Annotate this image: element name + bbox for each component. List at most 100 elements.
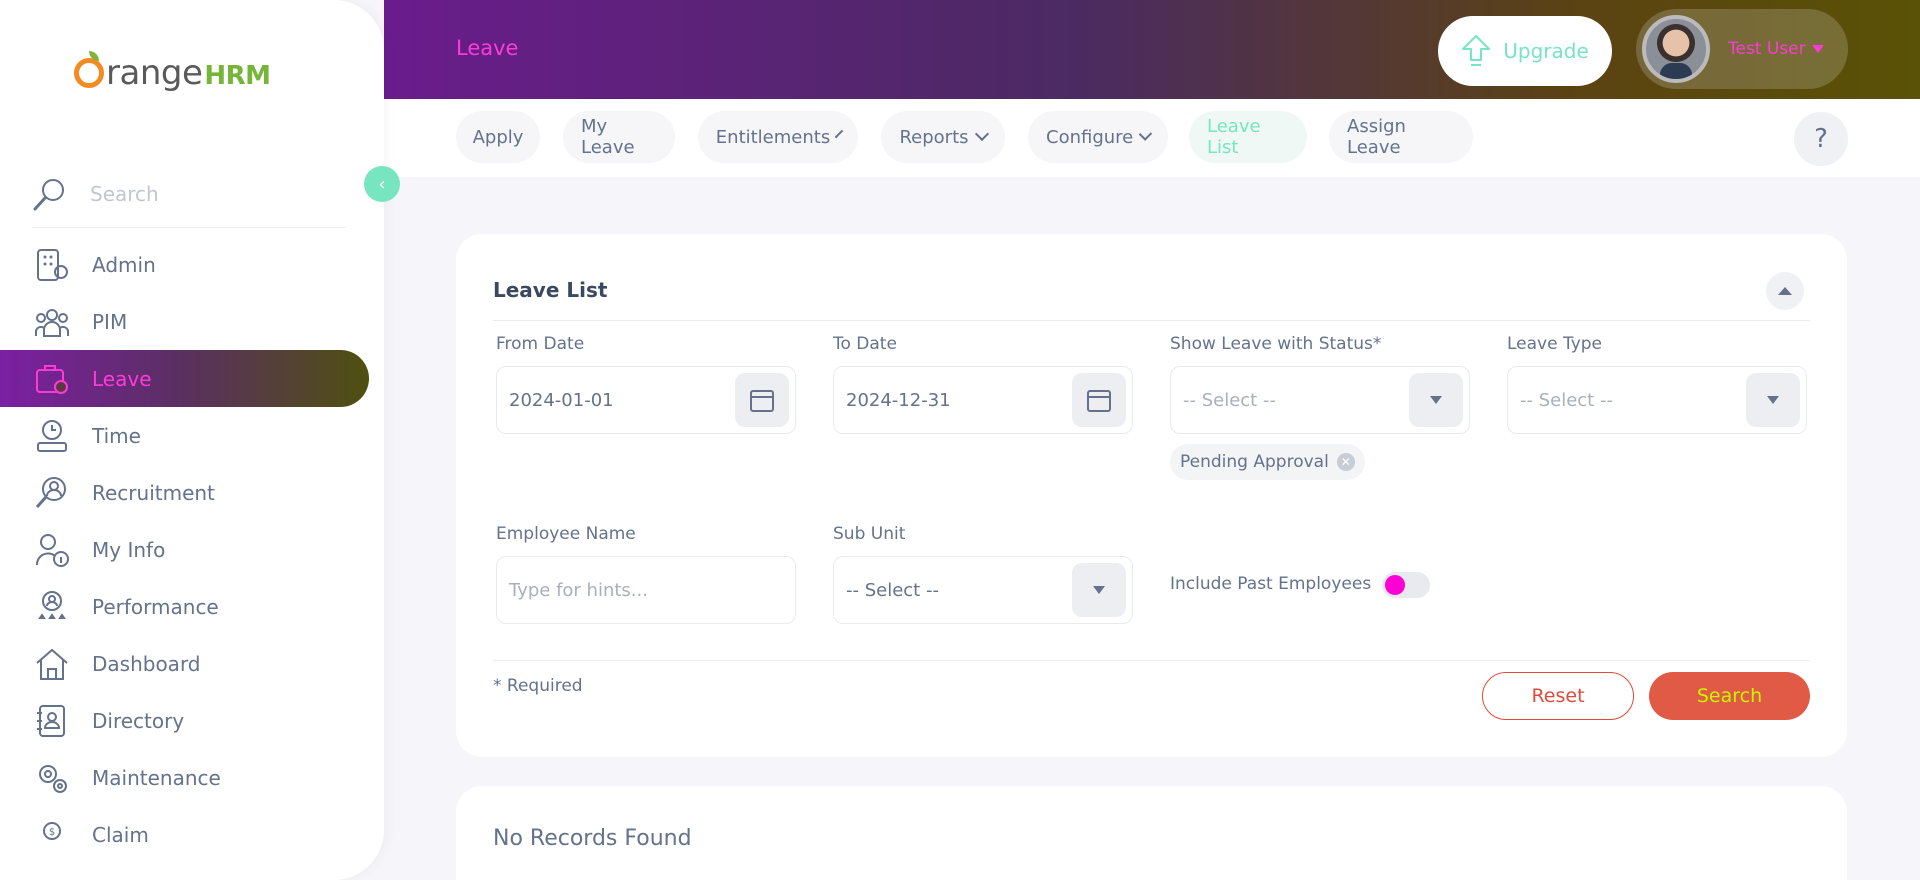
avatar [1642, 15, 1710, 83]
sidebar-item-my-info[interactable]: My Info [0, 521, 370, 578]
upgrade-arrow-icon [1462, 35, 1491, 66]
leave-subnav: Apply My Leave Entitlements Reports Conf… [384, 99, 1920, 177]
reset-button[interactable]: Reset [1482, 672, 1634, 720]
tab-label: Leave List [1207, 116, 1261, 158]
divider [493, 320, 1810, 321]
claim-icon: $ [43, 821, 61, 840]
required-note: * Required [493, 676, 583, 696]
sidebar-menu: Admin PIM Leave Time Recruitment My Info… [0, 236, 370, 863]
brand-logo[interactable]: range HRM [74, 48, 271, 98]
time-icon [37, 419, 67, 452]
results-card: No Records Found [456, 786, 1847, 880]
status-dropdown-button[interactable] [1409, 373, 1463, 427]
admin-icon [37, 248, 68, 281]
tab-label: Assign Leave [1347, 116, 1406, 158]
sidebar-item-label: Maintenance [92, 765, 221, 790]
leave-icon [36, 364, 68, 394]
search-button[interactable]: Search [1649, 672, 1810, 720]
tab-apply[interactable]: Apply [456, 111, 540, 163]
collapse-filter-button[interactable] [1766, 272, 1804, 310]
dashboard-icon [36, 648, 68, 680]
status-select[interactable]: -- Select -- [1170, 366, 1470, 434]
sidebar-search [32, 160, 346, 228]
tab-my-leave[interactable]: My Leave [563, 111, 675, 163]
tab-label: Apply [472, 126, 524, 148]
to-date-field[interactable]: 2024-12-31 [833, 366, 1133, 434]
leave-type-placeholder: -- Select -- [1520, 389, 1613, 411]
reset-label: Reset [1531, 685, 1585, 707]
from-date-label: From Date [496, 334, 585, 354]
sidebar-item-directory[interactable]: Directory [0, 692, 370, 749]
calendar-icon [750, 390, 774, 412]
sidebar-item-label: Time [92, 423, 141, 448]
sidebar-item-time[interactable]: Time [0, 407, 370, 464]
sidebar-item-admin[interactable]: Admin [0, 236, 370, 293]
employee-name-label: Employee Name [496, 524, 636, 544]
my-info-icon [35, 533, 69, 567]
status-placeholder: -- Select -- [1183, 389, 1276, 411]
filter-title: Leave List [493, 278, 608, 302]
tab-label: Entitlements [715, 126, 831, 148]
tab-assign-leave[interactable]: Assign Leave [1329, 111, 1473, 163]
sidebar-item-pim[interactable]: PIM [0, 293, 370, 350]
leave-type-select[interactable]: -- Select -- [1507, 366, 1807, 434]
status-chip-pending-approval: Pending Approval ✕ [1170, 444, 1365, 480]
from-date-value: 2024-01-01 [509, 389, 614, 411]
leave-list-filter-card: Leave List From Date 2024-01-01 To Date … [456, 234, 1847, 757]
sidebar-item-dashboard[interactable]: Dashboard [0, 635, 370, 692]
caret-down-icon [1093, 586, 1105, 594]
user-name: Test User [1728, 39, 1806, 59]
help-icon: ? [1814, 124, 1828, 154]
sidebar-item-label: Dashboard [92, 651, 201, 676]
sidebar-item-label: PIM [92, 309, 128, 334]
include-past-employees-label: Include Past Employees [1170, 574, 1372, 594]
leave-type-label: Leave Type [1507, 334, 1603, 354]
tab-label: Reports [899, 126, 969, 148]
no-records-message: No Records Found [493, 826, 692, 851]
from-date-field[interactable]: 2024-01-01 [496, 366, 796, 434]
performance-icon [38, 590, 66, 619]
calendar-icon [1087, 390, 1111, 412]
caret-down-icon [1811, 45, 1824, 53]
leave-type-dropdown-button[interactable] [1746, 373, 1800, 427]
maintenance-icon [39, 764, 67, 793]
sidebar-item-label: Directory [92, 708, 185, 733]
to-date-value: 2024-12-31 [846, 389, 951, 411]
tab-reports[interactable]: Reports [881, 111, 1005, 163]
sidebar-item-recruitment[interactable]: Recruitment [0, 464, 370, 521]
to-date-calendar-button[interactable] [1072, 373, 1126, 427]
orange-logo-icon [74, 51, 104, 88]
to-date-label: To Date [833, 334, 897, 354]
tab-entitlements[interactable]: Entitlements [698, 111, 858, 163]
upgrade-button[interactable]: Upgrade [1438, 16, 1612, 86]
include-past-employees-toggle[interactable] [1382, 572, 1430, 598]
employee-name-field[interactable]: Type for hints... [496, 556, 796, 624]
remove-chip-icon[interactable]: ✕ [1336, 453, 1355, 471]
sub-unit-dropdown-button[interactable] [1072, 563, 1126, 617]
recruitment-icon [35, 476, 66, 508]
user-dropdown[interactable]: Test User [1636, 9, 1848, 89]
sidebar-item-claim[interactable]: $ Claim [0, 806, 370, 863]
directory-icon [37, 704, 65, 737]
sidebar-item-leave[interactable]: Leave [0, 350, 369, 407]
sub-unit-placeholder: -- Select -- [846, 579, 939, 601]
status-label: Show Leave with Status* [1170, 334, 1382, 354]
help-button[interactable]: ? [1794, 112, 1848, 166]
tab-label: My Leave [581, 116, 635, 158]
sidebar-item-label: My Info [92, 537, 166, 562]
sub-unit-label: Sub Unit [833, 524, 906, 544]
brand-name: range [106, 53, 203, 93]
sidebar-item-maintenance[interactable]: Maintenance [0, 749, 370, 806]
caret-down-icon [1430, 396, 1442, 404]
from-date-calendar-button[interactable] [735, 373, 789, 427]
tab-configure[interactable]: Configure [1028, 111, 1168, 163]
sidebar-search-input[interactable] [90, 181, 310, 206]
sidebar-item-performance[interactable]: Performance [0, 578, 370, 635]
chevron-down-icon [1138, 127, 1153, 141]
sidebar-item-label: Performance [92, 594, 219, 619]
sub-unit-select[interactable]: -- Select -- [833, 556, 1133, 624]
chevron-down-icon [834, 129, 844, 139]
tab-leave-list[interactable]: Leave List [1189, 111, 1307, 163]
sidebar-collapse-button[interactable]: ‹ [364, 166, 400, 202]
page-title: Leave [456, 36, 519, 60]
